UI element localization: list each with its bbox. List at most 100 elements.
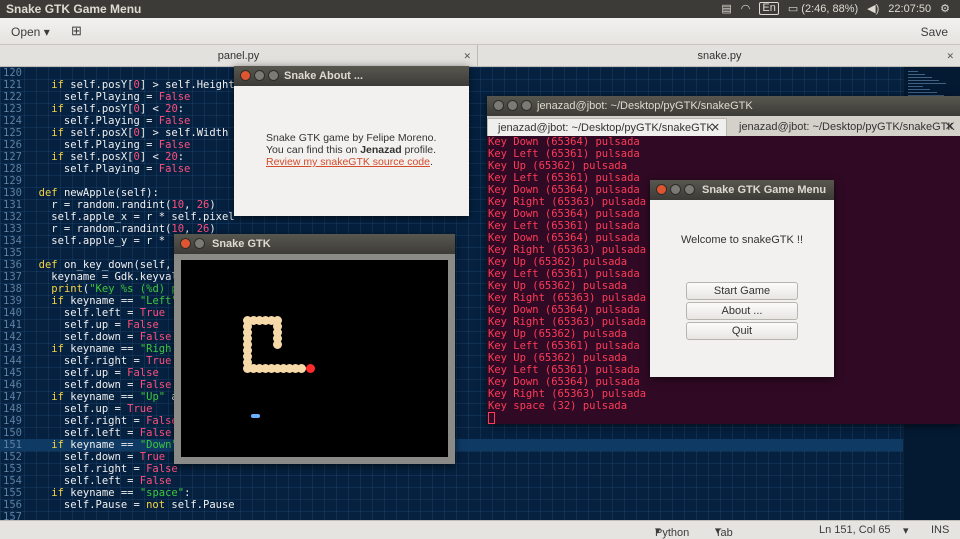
terminal-line: Key Left (65361) pulsada: [488, 148, 640, 160]
terminal-line: Key Up (65362) pulsada: [488, 328, 628, 340]
chevron-down-icon: ▾: [43, 25, 50, 39]
close-tab-icon[interactable]: ✕: [463, 45, 471, 67]
tab-snake-py[interactable]: snake.py ✕: [479, 45, 960, 67]
updates-icon[interactable]: ▤: [721, 2, 731, 15]
line-number: 130: [3, 187, 22, 199]
open-button[interactable]: Open ▾: [11, 25, 50, 39]
line-code: self.apple_x = r * self.pixel: [26, 211, 235, 223]
game-canvas[interactable]: [181, 260, 448, 457]
language-selector[interactable]: Python ▾: [655, 524, 689, 539]
terminal-titlebar[interactable]: jenazad@jbot: ~/Desktop/pyGTK/snakeGTK: [487, 96, 960, 116]
snake-titlebar[interactable]: Snake GTK: [174, 234, 455, 254]
apple-food: [251, 414, 260, 418]
terminal-line: Key Down (65364) pulsada: [488, 304, 640, 316]
line-number: 126: [3, 139, 22, 151]
terminal-tab-2[interactable]: jenazad@jbot: ~/Desktop/pyGTK/snakeGTK ✕: [729, 118, 960, 136]
link-period: .: [429, 156, 433, 168]
tab-panel-py[interactable]: panel.py ✕: [0, 45, 478, 67]
clock[interactable]: 22:07:50: [888, 3, 931, 15]
window-title: Snake GTK: [212, 238, 271, 250]
line-code: self.Playing = False: [26, 163, 191, 175]
code-line[interactable]: 153 self.right = False: [0, 463, 903, 475]
line-number: 153: [3, 463, 22, 475]
line-number: 152: [3, 451, 22, 463]
line-number: 120: [3, 67, 22, 79]
window-title: Snake About ...: [284, 70, 364, 82]
code-line[interactable]: 154 self.left = False: [0, 475, 903, 487]
line-number: 138: [3, 283, 22, 295]
code-line[interactable]: 155 if keyname == "space":: [0, 487, 903, 499]
close-window-icon[interactable]: [180, 238, 191, 249]
line-code: self.up = True: [26, 403, 153, 415]
about-line-2: You can find this on Jenazad profile.: [266, 144, 436, 156]
line-code: self.up = False: [26, 319, 159, 331]
line-number: 149: [3, 415, 22, 427]
about-button[interactable]: About ...: [686, 302, 798, 320]
volume-icon[interactable]: ◀): [867, 2, 879, 15]
close-window-icon[interactable]: [493, 100, 504, 111]
line-code: keyname = Gdk.keyval: [26, 271, 178, 283]
start-game-button[interactable]: Start Game: [686, 282, 798, 300]
snake-segment: [267, 316, 276, 325]
line-number: 151: [3, 439, 22, 451]
line-code: if self.posX[0] > self.Width: [51, 127, 229, 139]
terminal-tab-1[interactable]: jenazad@jbot: ~/Desktop/pyGTK/snakeGTK ✕: [487, 118, 727, 136]
terminal-tab-label: jenazad@jbot: ~/Desktop/pyGTK/snakeGTK: [498, 122, 714, 134]
about-dialog: Snake About ... Snake GTK game by Felipe…: [234, 66, 469, 216]
tab-width-selector[interactable]: Tab Width: 2 ▾: [715, 524, 733, 539]
line-number: 134: [3, 235, 22, 247]
minimize-window-icon[interactable]: [670, 184, 681, 195]
source-code-link[interactable]: Review my snakeGTK source code: [266, 156, 430, 168]
line-number: 155: [3, 487, 22, 499]
terminal-line: Key Right (65363) pulsada: [488, 316, 647, 328]
terminal-output[interactable]: Key Down (65364) pulsada Key Left (65361)…: [488, 136, 646, 412]
line-code: self.left = False: [26, 427, 172, 439]
terminal-tabs: jenazad@jbot: ~/Desktop/pyGTK/snakeGTK ✕ …: [487, 116, 960, 136]
terminal-line: Key Up (65362) pulsada: [488, 256, 628, 268]
code-line[interactable]: 156 self.Pause = not self.Pause: [0, 499, 903, 511]
about-titlebar[interactable]: Snake About ...: [234, 66, 469, 86]
save-button[interactable]: Save: [921, 25, 948, 39]
terminal-line: Key Up (65362) pulsada: [488, 160, 628, 172]
terminal-line: Key Left (65361) pulsada: [488, 172, 640, 184]
settings-gear-icon[interactable]: ⚙: [940, 2, 950, 15]
line-code: self.apple_y = r *: [26, 235, 166, 247]
line-number: 145: [3, 367, 22, 379]
wifi-icon[interactable]: ◠: [741, 2, 751, 15]
close-window-icon[interactable]: [656, 184, 667, 195]
minimize-window-icon[interactable]: [194, 238, 205, 249]
minimap-line: [908, 80, 939, 81]
insert-mode: INS: [931, 524, 950, 536]
close-tab-icon[interactable]: ✕: [946, 45, 954, 67]
line-number: 147: [3, 391, 22, 403]
code-line[interactable]: 157: [0, 511, 903, 520]
line-code: self.Playing = False: [26, 139, 191, 151]
minimize-window-icon[interactable]: [507, 100, 518, 111]
minimap-line: [908, 77, 932, 78]
language-label: Python: [655, 527, 690, 539]
terminal-line: Key Right (65363) pulsada: [488, 292, 647, 304]
line-number: 137: [3, 271, 22, 283]
line-code: self.Pause = not self.Pause: [26, 499, 235, 511]
line-code: self.right = True: [26, 355, 172, 367]
maximize-window-icon[interactable]: [268, 70, 279, 81]
terminal-line: Key Left (65361) pulsada: [488, 220, 640, 232]
keyboard-layout-indicator[interactable]: En: [759, 2, 779, 15]
maximize-window-icon[interactable]: [521, 100, 532, 111]
menu-titlebar[interactable]: Snake GTK Game Menu: [650, 180, 834, 200]
close-window-icon[interactable]: [240, 70, 251, 81]
line-code: if self.posY[0] < 20:: [51, 103, 185, 115]
minimize-window-icon[interactable]: [254, 70, 265, 81]
line-number: 127: [3, 151, 22, 163]
close-tab-icon[interactable]: ✕: [711, 119, 720, 137]
status-chevron-icon[interactable]: ▾: [903, 524, 909, 537]
battery-indicator[interactable]: ▭ (2:46, 88%): [788, 2, 858, 15]
new-tab-icon[interactable]: ⊞: [71, 23, 82, 39]
terminal-line: Key Down (65364) pulsada: [488, 136, 640, 148]
line-number: 156: [3, 499, 22, 511]
terminal-line: Key Left (65361) pulsada: [488, 340, 640, 352]
about-line-2-pre: You can find this on: [266, 144, 361, 156]
quit-button[interactable]: Quit: [686, 322, 798, 340]
maximize-window-icon[interactable]: [684, 184, 695, 195]
close-tab-icon[interactable]: ✕: [945, 118, 954, 136]
